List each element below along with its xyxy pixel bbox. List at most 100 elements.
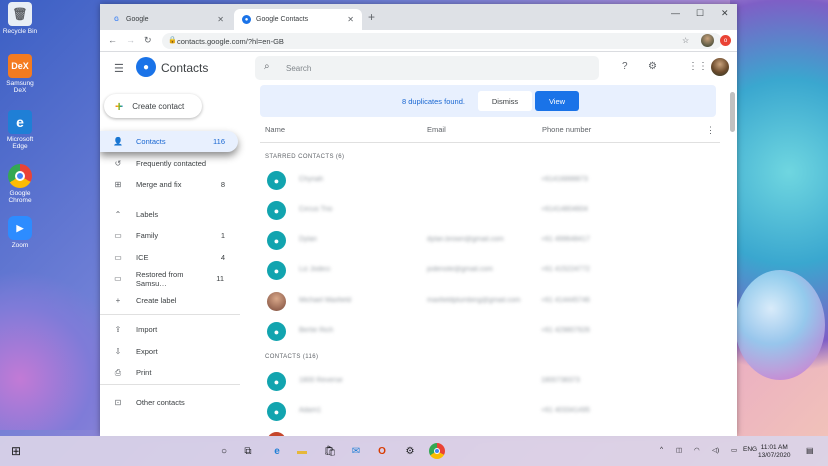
taskbar: ⊞ ○ ⧉ e ▬ 🛍 ✉ O ⚙ ^ ◫ ◠ ◁) ▭ ENG 11:01 A… (0, 436, 828, 466)
table-row[interactable]: ● Adam1 +61 403341495 (260, 397, 720, 427)
table-row[interactable] (260, 427, 720, 436)
sidebar-item-other-contacts[interactable]: ⊡ Other contacts (100, 392, 238, 413)
label-icon: ▭ (114, 253, 122, 262)
column-header-phone[interactable]: Phone number (542, 125, 591, 134)
app-title: Contacts (161, 61, 209, 75)
avatar: ● (267, 372, 286, 391)
chrome-icon (8, 164, 32, 188)
clock[interactable]: 11:01 AM 13/07/2020 (758, 444, 791, 460)
divider (100, 314, 240, 315)
view-button[interactable]: View (535, 91, 579, 111)
extension-icon[interactable]: o (720, 35, 731, 46)
network-icon[interactable]: ◫ (676, 446, 682, 454)
label-icon: ▭ (114, 231, 122, 240)
table-row[interactable]: ● Chynah +61416888873 (260, 166, 720, 196)
labels-header[interactable]: ⌃ Labels (100, 204, 238, 225)
create-label-button[interactable]: + Create label (100, 290, 238, 311)
sidebar-item-print[interactable]: ⎙ Print (100, 362, 238, 383)
task-view-icon[interactable]: ⧉ (240, 443, 256, 459)
mail-icon[interactable]: ✉ (348, 443, 364, 459)
back-icon[interactable]: ← (108, 35, 117, 45)
windows-start-icon[interactable]: ⊞ (8, 443, 24, 459)
close-tab-icon[interactable]: ✕ (347, 15, 354, 24)
new-tab-icon[interactable]: + (368, 10, 375, 24)
desktop-icon-zoom[interactable]: ▶ Zoom (2, 216, 38, 249)
starred-contacts-header: STARRED CONTACTS (6) (265, 154, 345, 160)
sidebar-item-label-family[interactable]: ▭ Family 1 (100, 225, 238, 246)
battery-icon[interactable]: ▭ (731, 446, 737, 454)
tray-chevron-icon[interactable]: ^ (660, 446, 663, 453)
avatar: ● (267, 201, 286, 220)
search-input[interactable]: ⌕ Search (255, 56, 599, 80)
volume-icon[interactable]: ◁) (712, 446, 719, 454)
tab-bar: G Google ✕ ● Google Contacts ✕ + — ☐ ✕ (100, 4, 737, 30)
sidebar-item-import[interactable]: ⇪ Import (100, 319, 238, 340)
column-header-name[interactable]: Name (265, 125, 285, 134)
close-window-icon[interactable]: ✕ (721, 8, 729, 19)
sidebar-item-export[interactable]: ⇩ Export (100, 341, 238, 362)
language-indicator[interactable]: ENG (743, 446, 757, 453)
help-icon[interactable]: ? (622, 61, 628, 72)
maximize-icon[interactable]: ☐ (696, 8, 704, 19)
more-options-icon[interactable]: ⋮ (706, 125, 715, 136)
sidebar-item-merge-and-fix[interactable]: ⊞ Merge and fix 8 (100, 174, 238, 195)
table-row[interactable]: Michael Maxfield maxfieldplumbing@gmail.… (260, 287, 720, 317)
chrome-taskbar-icon[interactable] (429, 443, 445, 459)
notifications-icon[interactable]: ▤ (806, 446, 814, 455)
sidebar-item-label-ice[interactable]: ▭ ICE 4 (100, 247, 238, 268)
desktop-icon-samsung-dex[interactable]: DeX Samsung DeX (2, 54, 38, 94)
duplicates-banner: 8 duplicates found. Dismiss View (260, 85, 716, 117)
sidebar-item-contacts[interactable]: 👤 Contacts 116 (100, 131, 238, 152)
tab-google[interactable]: G Google ✕ (104, 9, 232, 30)
settings-taskbar-icon[interactable]: ⚙ (402, 443, 418, 459)
sidebar-item-frequently-contacted[interactable]: ↺ Frequently contacted (100, 153, 238, 174)
table-row[interactable]: ● Dylan dylan.brown@gmail.com +61 499648… (260, 226, 720, 256)
upload-icon: ⇪ (114, 325, 122, 334)
table-row[interactable]: ● Liz Jodeci jodenote@gmail.com +61 4152… (260, 256, 720, 286)
contacts-icon: ● (242, 15, 251, 24)
minimize-icon[interactable]: — (671, 8, 680, 18)
main-menu-icon[interactable]: ☰ (114, 62, 124, 75)
reload-icon[interactable]: ↻ (144, 35, 152, 46)
dismiss-button[interactable]: Dismiss (478, 91, 532, 111)
dex-icon: DeX (8, 54, 32, 78)
divider (100, 384, 240, 385)
create-contact-button[interactable]: + Create contact (104, 94, 202, 118)
avatar: ● (267, 261, 286, 280)
avatar: ● (267, 322, 286, 341)
account-avatar[interactable] (711, 58, 729, 76)
forward-icon[interactable]: → (126, 35, 135, 45)
apps-grid-icon[interactable]: ⋮⋮ (688, 61, 708, 72)
address-bar: ← → ↻ 🔒 contacts.google.com/?hl=en-GB ☆ … (100, 30, 737, 52)
store-icon[interactable]: 🛍 (322, 443, 338, 459)
search-circle-icon[interactable]: ○ (216, 443, 232, 459)
bookmark-star-icon[interactable]: ☆ (682, 36, 689, 45)
chevron-up-icon: ⌃ (114, 210, 122, 219)
recycle-bin-icon: 🗑 (8, 2, 32, 26)
wallpaper-bubble (735, 270, 825, 380)
avatar (267, 292, 286, 311)
wifi-icon[interactable]: ◠ (694, 446, 700, 454)
desktop-icon-recycle-bin[interactable]: 🗑 Recycle Bin (2, 2, 38, 35)
zoom-icon: ▶ (8, 216, 32, 240)
column-header-email[interactable]: Email (427, 125, 446, 134)
contacts-header: CONTACTS (116) (265, 354, 319, 360)
settings-gear-icon[interactable]: ⚙ (648, 61, 657, 72)
browser-window: G Google ✕ ● Google Contacts ✕ + — ☐ ✕ ←… (100, 4, 737, 436)
desktop-icon-chrome[interactable]: Google Chrome (2, 164, 38, 204)
desktop-icon-edge[interactable]: e Microsoft Edge (2, 110, 38, 150)
close-tab-icon[interactable]: ✕ (217, 15, 224, 24)
scrollbar[interactable] (730, 92, 735, 132)
table-row[interactable]: ● 1800 Reverse 1800738373 (260, 367, 720, 397)
url-field[interactable]: 🔒 contacts.google.com/?hl=en-GB ☆ (162, 33, 722, 49)
tab-google-contacts[interactable]: ● Google Contacts ✕ (234, 9, 362, 30)
table-row[interactable]: ● Bertie Rich +61 429807926 (260, 317, 720, 347)
edge-icon: e (8, 110, 32, 134)
edge-taskbar-icon[interactable]: e (269, 443, 285, 459)
table-row[interactable]: ● Circus Trio +61414804604 (260, 196, 720, 226)
profile-avatar[interactable] (701, 34, 714, 47)
office-icon[interactable]: O (374, 443, 390, 459)
sidebar-item-label-restored[interactable]: ▭ Restored from Samsu… 11 (100, 268, 238, 289)
plus-icon: + (115, 98, 124, 114)
file-explorer-icon[interactable]: ▬ (294, 443, 310, 459)
